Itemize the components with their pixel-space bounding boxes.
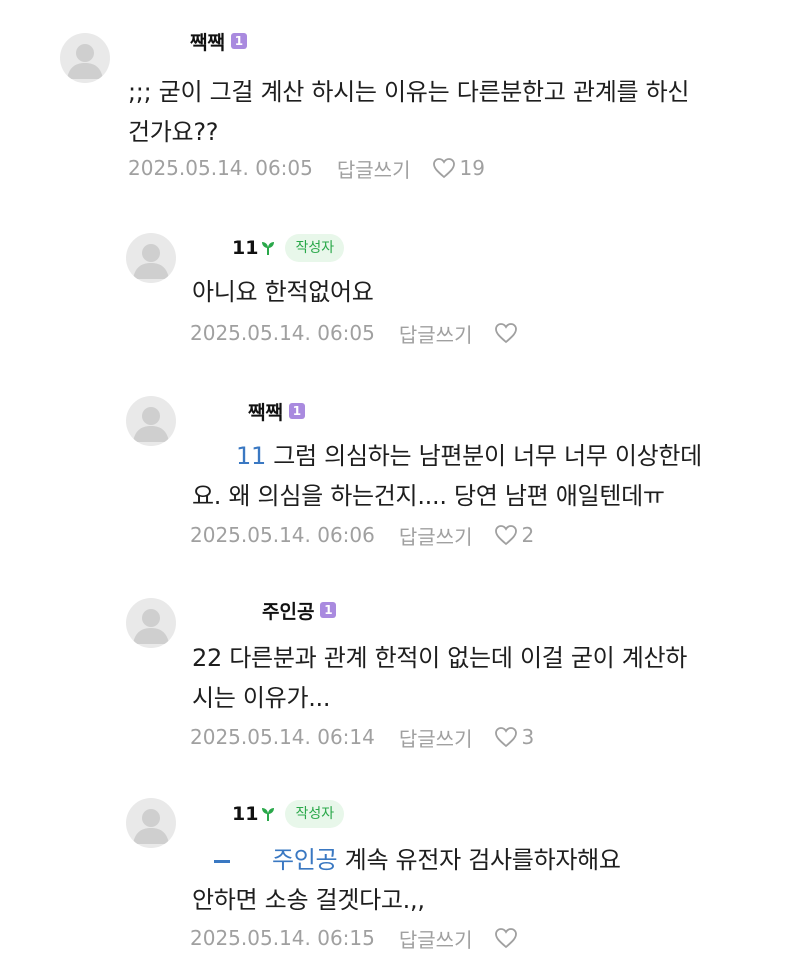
comment-date: 2025.05.14. 06:05	[128, 156, 313, 180]
default-profile-icon	[133, 407, 169, 442]
comment-line-text: 계속 유전자 검사를하자해요	[337, 846, 621, 874]
avatar[interactable]	[126, 396, 176, 446]
comment-meta: 2025.05.14. 06:06 답글쓰기 2	[190, 519, 534, 551]
comment-author[interactable]: 짹짹 1	[248, 396, 305, 426]
level-badge: 1	[288, 403, 305, 419]
reply-button[interactable]: 답글쓰기	[337, 154, 411, 183]
comment-text: 11 그럼 의심하는 남편분이 너무 너무 이상한데	[236, 436, 702, 476]
like-button[interactable]: 3	[494, 725, 534, 749]
comment-date: 2025.05.14. 06:14	[190, 725, 375, 749]
comment-text: 요. 왜 의심을 하는건지.... 당연 남편 애일텐데ㅠ	[192, 476, 665, 516]
like-button[interactable]	[494, 322, 521, 344]
avatar[interactable]	[126, 798, 176, 848]
avatar[interactable]	[126, 233, 176, 283]
writer-badge: 작성자	[285, 234, 345, 262]
level-badge: 1	[230, 33, 247, 49]
redaction-mark	[214, 859, 230, 863]
comment-meta: 2025.05.14. 06:14 답글쓰기 3	[190, 721, 534, 753]
heart-outline-icon	[495, 727, 518, 748]
comment-line: 요. 왜 의심을 하는건지.... 당연 남편 애일텐데ㅠ	[192, 482, 665, 510]
comment-author[interactable]: 11 작성자	[232, 799, 345, 829]
heart-outline-icon	[495, 928, 518, 949]
author-name[interactable]: 짹짹	[190, 28, 225, 55]
comment-date: 2025.05.14. 06:06	[190, 523, 375, 547]
comment-line: 아니요 한적없어요	[192, 278, 374, 306]
avatar[interactable]	[60, 33, 110, 83]
comment-meta: 2025.05.14. 06:15 답글쓰기	[190, 922, 521, 954]
comment-text: ;;; 굳이 그걸 계산 하시는 이유는 다른분한고 관계를 하신 건가요??	[128, 72, 689, 152]
like-count: 2	[521, 523, 535, 547]
comment-text: 22 다른분과 관계 한적이 없는데 이걸 굳이 계산하 시는 이유가...	[192, 638, 687, 718]
default-profile-icon	[133, 609, 169, 644]
comment-meta: 2025.05.14. 06:05 답글쓰기	[190, 317, 521, 349]
reply-button[interactable]: 답글쓰기	[399, 521, 473, 550]
comment-line: 안하면 소송 걸겟다고.,,	[192, 886, 425, 914]
heart-outline-icon	[495, 525, 518, 546]
author-name[interactable]: 11	[232, 237, 258, 259]
level-badge: 1	[320, 602, 337, 618]
comment-line: 시는 이유가...	[192, 684, 331, 712]
sprout-icon	[262, 808, 275, 821]
mention-link[interactable]: 11	[236, 442, 266, 470]
like-count: 19	[459, 156, 485, 180]
comment-line: 건가요??	[128, 118, 219, 146]
comment-line: 22 다른분과 관계 한적이 없는데 이걸 굳이 계산하	[192, 644, 688, 672]
comment-meta: 2025.05.14. 06:05 답글쓰기 19	[128, 152, 485, 184]
comment-author[interactable]: 11 작성자	[232, 233, 345, 263]
author-name[interactable]: 주인공	[262, 597, 314, 624]
like-button[interactable]: 19	[432, 156, 485, 180]
like-count: 3	[521, 725, 535, 749]
reply-button[interactable]: 답글쓰기	[399, 723, 473, 752]
comment-line: 주인공 계속 유전자 검사를하자해요	[214, 840, 621, 880]
comment-line-text: 그럼 의심하는 남편분이 너무 너무 이상한데	[265, 442, 702, 470]
reply-button[interactable]: 답글쓰기	[399, 319, 473, 348]
heart-outline-icon	[433, 158, 456, 179]
comment-text: 주인공 계속 유전자 검사를하자해요	[214, 840, 621, 880]
sprout-icon	[262, 242, 275, 255]
comment-line: ;;; 굳이 그걸 계산 하시는 이유는 다른분한고 관계를 하신	[128, 78, 690, 106]
author-name[interactable]: 11	[232, 803, 258, 825]
like-button[interactable]: 2	[494, 523, 534, 547]
comment-author[interactable]: 주인공 1	[262, 595, 337, 625]
writer-badge: 작성자	[285, 800, 345, 828]
comment-line: 11 그럼 의심하는 남편분이 너무 너무 이상한데	[236, 436, 702, 476]
heart-outline-icon	[495, 323, 518, 344]
comment-date: 2025.05.14. 06:15	[190, 926, 375, 950]
author-name[interactable]: 짹짹	[248, 398, 283, 425]
comment-author[interactable]: 짹짹 1	[190, 26, 247, 56]
avatar[interactable]	[126, 598, 176, 648]
like-button[interactable]	[494, 927, 521, 949]
default-profile-icon	[67, 44, 103, 79]
comment-text: 안하면 소송 걸겟다고.,,	[192, 880, 425, 920]
default-profile-icon	[133, 809, 169, 844]
mention-link[interactable]: 주인공	[272, 846, 338, 874]
comment-date: 2025.05.14. 06:05	[190, 321, 375, 345]
reply-button[interactable]: 답글쓰기	[399, 924, 473, 953]
comment-text: 아니요 한적없어요	[192, 272, 374, 312]
default-profile-icon	[133, 244, 169, 279]
